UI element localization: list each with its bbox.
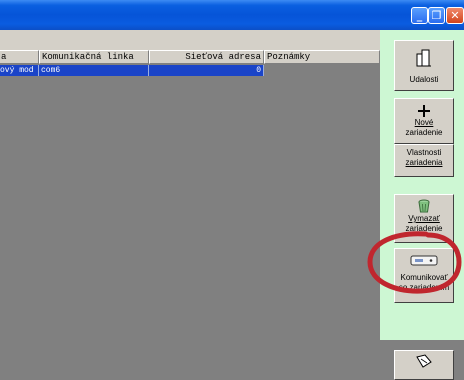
minimize-button[interactable]: _ (411, 7, 428, 24)
column-header[interactable]: a (0, 50, 39, 64)
maximize-button[interactable]: ❐ (428, 7, 445, 24)
events-label: Udalosti (409, 75, 439, 84)
close-button[interactable]: ✕ (446, 7, 464, 24)
events-icon (416, 49, 431, 67)
table-cell: ový mod (0, 65, 39, 76)
plus-icon (418, 105, 430, 117)
delete-device-label-1: Vymazať (408, 214, 440, 223)
table-cell: 0 (149, 65, 264, 76)
title-bar: _ ❐ ✕ (0, 0, 464, 30)
tools-button[interactable] (394, 350, 454, 380)
column-header[interactable]: Komunikačná linka (39, 50, 149, 64)
table-header: a Komunikačná linka Sieťová adresa Pozná… (0, 50, 380, 64)
table-cell: com6 (39, 65, 149, 76)
device-table[interactable]: a Komunikačná linka Sieťová adresa Pozná… (0, 50, 380, 340)
events-button[interactable]: Udalosti (394, 40, 454, 91)
new-device-button[interactable]: Nové zariadenie (394, 98, 454, 144)
table-row[interactable]: ový mod com6 0 (0, 65, 264, 76)
column-header[interactable]: Sieťová adresa (149, 50, 264, 64)
annotation-circle (367, 231, 462, 294)
device-properties-button[interactable]: Vlastnosti zariadenia (394, 144, 454, 177)
properties-label-1: Vlastnosti (406, 148, 442, 157)
new-device-label-1: Nové (414, 118, 434, 127)
new-device-label-2: zariadenie (405, 128, 443, 137)
document-icon (416, 354, 432, 368)
properties-label-2: zariadenia (405, 158, 443, 167)
trash-icon (418, 199, 430, 213)
column-header[interactable]: Poznámky (264, 50, 380, 64)
